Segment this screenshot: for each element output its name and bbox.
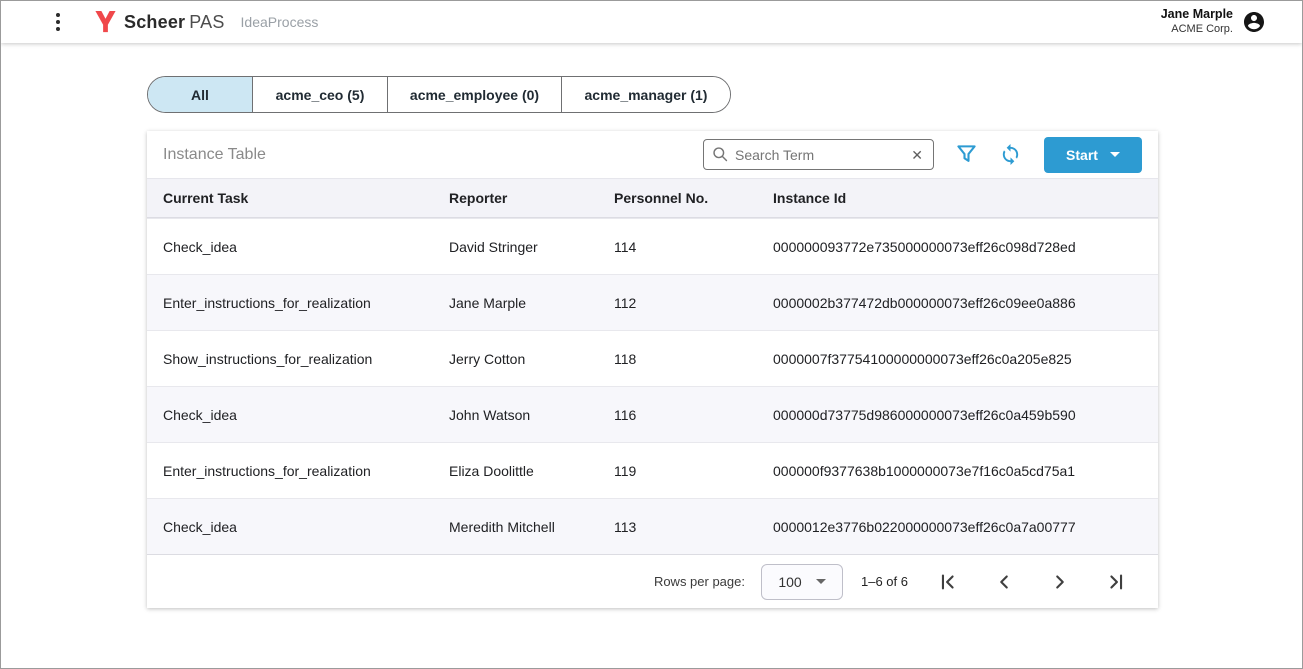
cell-reporter: Jane Marple — [449, 295, 614, 311]
last-page-icon[interactable] — [1104, 570, 1128, 594]
column-header-current-task: Current Task — [163, 190, 449, 206]
role-tab-bar: All acme_ceo (5) acme_employee (0) acme_… — [147, 76, 731, 113]
scheer-logo-icon — [95, 11, 116, 33]
top-bar: ScheerPAS IdeaProcess Jane Marple ACME C… — [1, 1, 1302, 43]
search-input[interactable] — [735, 147, 909, 163]
cell-instance-id: 0000012e3776b022000000073eff26c0a7a00777 — [773, 519, 1158, 535]
cell-personnel-no: 116 — [614, 407, 773, 423]
rows-per-page-select[interactable]: 100 — [761, 564, 843, 600]
select-caret-icon — [816, 579, 826, 584]
cell-current-task: Check_idea — [163, 519, 449, 535]
clear-icon[interactable]: ✕ — [909, 148, 925, 162]
tab-acme-ceo-label: acme_ceo (5) — [276, 87, 365, 103]
table-row[interactable]: Enter_instructions_for_realization Eliza… — [147, 442, 1158, 498]
user-name: Jane Marple — [1161, 7, 1233, 23]
table-header-row: Current Task Reporter Personnel No. Inst… — [147, 178, 1158, 218]
table-row[interactable]: Check_idea Meredith Mitchell 113 0000012… — [147, 498, 1158, 554]
instance-table-card: Instance Table ✕ Start — [147, 131, 1158, 608]
cell-instance-id: 0000007f37754100000000073eff26c0a205e825 — [773, 351, 1158, 367]
cell-instance-id: 000000f9377638b1000000073e7f16c0a5cd75a1 — [773, 463, 1158, 479]
tab-acme-manager[interactable]: acme_manager (1) — [561, 77, 730, 112]
table-row[interactable]: Check_idea David Stringer 114 0000000937… — [147, 218, 1158, 274]
table-title: Instance Table — [163, 146, 266, 164]
cell-current-task: Check_idea — [163, 407, 449, 423]
table-row[interactable]: Enter_instructions_for_realization Jane … — [147, 274, 1158, 330]
cell-current-task: Show_instructions_for_realization — [163, 351, 449, 367]
brand-name-regular: PAS — [189, 12, 224, 32]
column-header-reporter: Reporter — [449, 190, 614, 206]
kebab-menu-icon[interactable] — [45, 9, 71, 35]
cell-instance-id: 000000093772e735000000073eff26c098d728ed — [773, 239, 1158, 255]
tab-acme-ceo[interactable]: acme_ceo (5) — [252, 77, 387, 112]
cell-personnel-no: 114 — [614, 239, 773, 255]
cell-personnel-no: 119 — [614, 463, 773, 479]
previous-page-icon[interactable] — [992, 570, 1016, 594]
page-range-label: 1–6 of 6 — [861, 574, 908, 589]
cell-reporter: Meredith Mitchell — [449, 519, 614, 535]
search-icon — [712, 146, 729, 163]
tab-acme-employee[interactable]: acme_employee (0) — [387, 77, 561, 112]
cell-personnel-no: 118 — [614, 351, 773, 367]
first-page-icon[interactable] — [936, 570, 960, 594]
pagination-controls — [936, 570, 1128, 594]
cell-current-task: Enter_instructions_for_realization — [163, 295, 449, 311]
app-window: ScheerPAS IdeaProcess Jane Marple ACME C… — [0, 0, 1303, 669]
account-circle-icon[interactable] — [1242, 10, 1266, 34]
rows-per-page-value: 100 — [778, 574, 801, 590]
table-row[interactable]: Show_instructions_for_realization Jerry … — [147, 330, 1158, 386]
start-button[interactable]: Start — [1044, 137, 1142, 173]
brand-name-bold: Scheer — [124, 12, 185, 32]
app-name: IdeaProcess — [241, 14, 319, 30]
cell-reporter: Eliza Doolittle — [449, 463, 614, 479]
table-row[interactable]: Check_idea John Watson 116 000000d73775d… — [147, 386, 1158, 442]
brand-text: ScheerPAS — [124, 12, 225, 33]
user-block: Jane Marple ACME Corp. — [1161, 7, 1266, 36]
filter-icon[interactable] — [956, 144, 977, 165]
cell-reporter: Jerry Cotton — [449, 351, 614, 367]
cell-reporter: John Watson — [449, 407, 614, 423]
user-text: Jane Marple ACME Corp. — [1161, 7, 1233, 36]
cell-instance-id: 0000002b377472db000000073eff26c09ee0a886 — [773, 295, 1158, 311]
refresh-icon[interactable] — [999, 143, 1022, 166]
search-box: ✕ — [703, 139, 934, 170]
tab-all[interactable]: All — [148, 77, 252, 112]
table-footer: Rows per page: 100 1–6 of 6 — [147, 554, 1158, 608]
cell-personnel-no: 112 — [614, 295, 773, 311]
dropdown-caret-icon — [1110, 152, 1120, 157]
user-organization: ACME Corp. — [1161, 23, 1233, 37]
cell-instance-id: 000000d73775d986000000073eff26c0a459b590 — [773, 407, 1158, 423]
cell-current-task: Enter_instructions_for_realization — [163, 463, 449, 479]
cell-current-task: Check_idea — [163, 239, 449, 255]
tab-all-label: All — [191, 87, 209, 103]
cell-personnel-no: 113 — [614, 519, 773, 535]
rows-per-page-label: Rows per page: — [654, 574, 745, 589]
table-toolbar: Instance Table ✕ Start — [147, 131, 1158, 178]
next-page-icon[interactable] — [1048, 570, 1072, 594]
start-button-label: Start — [1066, 147, 1098, 163]
brand-logo: ScheerPAS — [95, 11, 225, 33]
column-header-personnel-no: Personnel No. — [614, 190, 773, 206]
tab-acme-employee-label: acme_employee (0) — [410, 87, 539, 103]
column-header-instance-id: Instance Id — [773, 190, 1158, 206]
tab-acme-manager-label: acme_manager (1) — [585, 87, 708, 103]
cell-reporter: David Stringer — [449, 239, 614, 255]
